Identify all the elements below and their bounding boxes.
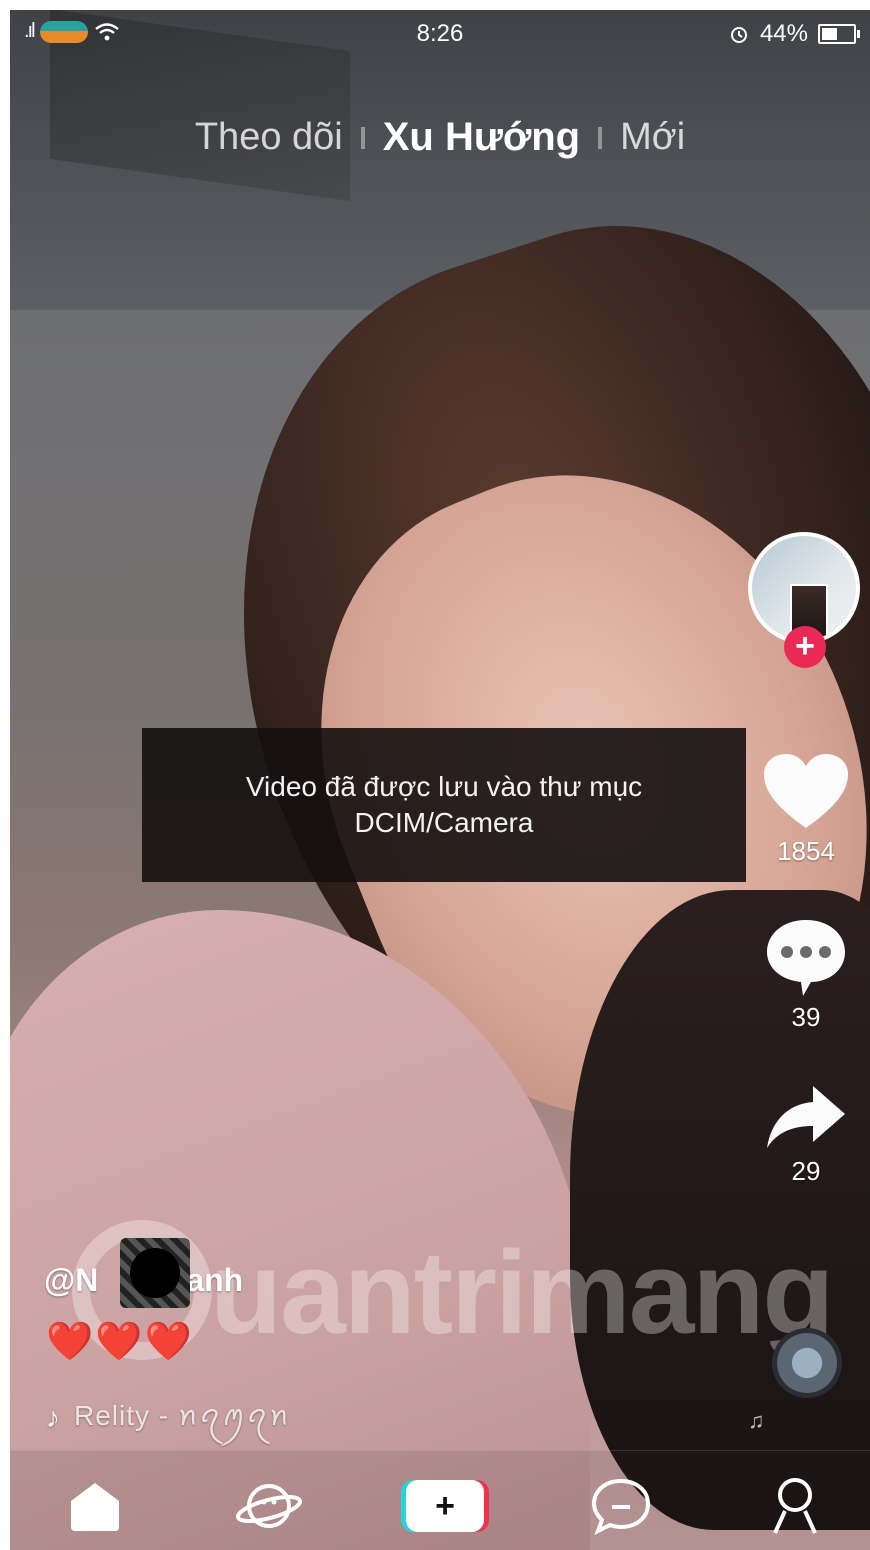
home-icon [71,1483,119,1531]
music-info[interactable]: ♪ Relity - ꪀꪖꪑꪖꪀ [46,1388,290,1447]
follow-button[interactable]: + [784,626,826,668]
nav-discover[interactable] [224,1471,314,1541]
profile-icon [773,1478,817,1534]
music-title: Relity - ꪀꪖꪑꪖꪀ [74,1400,291,1431]
comment-icon [767,920,845,996]
battery-icon [818,24,860,44]
nav-profile[interactable] [750,1471,840,1541]
heart-icon [764,754,848,828]
post-caption: ❤️❤️❤️ [46,1321,194,1363]
battery-percent: 44% [759,20,808,47]
username-redaction [120,1238,190,1308]
toast-message-line1: Video đã được lưu vào thư mục [245,771,643,802]
planet-icon [236,1484,302,1528]
bottom-navigation: + [10,1450,870,1550]
comment-button[interactable]: 39 [758,916,854,1033]
share-icon [767,1086,845,1148]
music-disc-icon[interactable] [772,1328,842,1398]
username-suffix: anh [186,1262,244,1298]
feed-tabs: Theo dõi Xu Hướng Mới [10,115,870,160]
nav-inbox[interactable] [576,1471,666,1541]
tab-new[interactable]: Mới [620,116,685,159]
comment-count: 39 [791,1002,821,1032]
plus-icon: + [406,1480,484,1532]
watermark-text: uantrimang [210,1227,834,1359]
status-bar: .ıl 8:26 44% [10,10,870,56]
like-count: 1854 [777,836,835,866]
share-count: 29 [791,1156,821,1186]
username-prefix: @N [44,1262,99,1298]
music-note-icon: ♪ [46,1401,60,1433]
nav-home[interactable] [50,1471,140,1541]
like-button[interactable]: 1854 [758,752,854,867]
tab-separator [598,126,603,149]
tab-trending[interactable]: Xu Hướng [383,115,580,160]
floating-note-icon: ♫ [748,1408,765,1433]
toast-message-line2: DCIM/Camera [354,807,534,838]
share-button[interactable]: 29 [758,1082,854,1187]
save-confirmation-toast: Video đã được lưu vào thư mục DCIM/Camer… [142,728,746,882]
tab-separator [360,126,365,149]
alarm-icon [730,27,747,43]
video-feed-screen[interactable]: .ıl 8:26 44% Theo dõi Xu Hướng Mới uantr… [10,10,870,1550]
tab-following[interactable]: Theo dõi [195,116,343,159]
nav-create[interactable]: + [400,1471,490,1541]
message-icon [591,1478,651,1535]
